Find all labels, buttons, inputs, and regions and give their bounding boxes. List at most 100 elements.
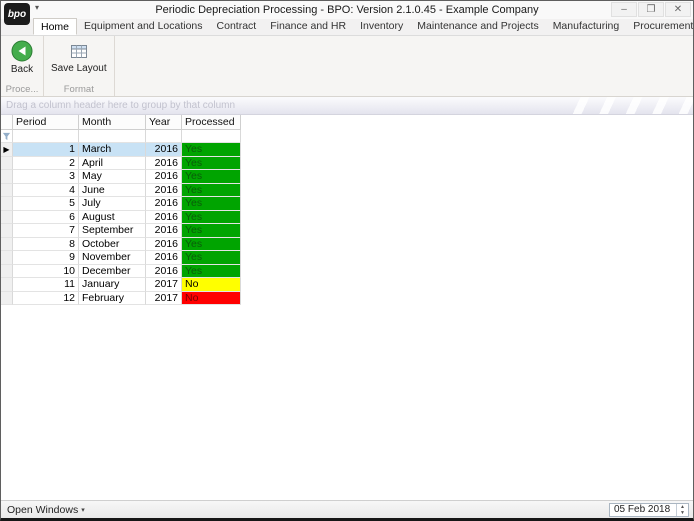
table-row[interactable]: 6 August 2016 Yes	[1, 210, 241, 224]
open-windows-label: Open Windows	[7, 503, 79, 516]
column-header-year[interactable]: Year	[146, 115, 182, 130]
data-grid: Period Month Year Processed ▶ 1 March 20…	[1, 115, 241, 305]
cell-month: January	[79, 278, 146, 292]
cell-processed: Yes	[182, 170, 241, 184]
tab-procurement[interactable]: Procurement	[626, 18, 693, 35]
ribbon-group-caption-process: Proce...	[5, 84, 39, 95]
cell-processed: Yes	[182, 264, 241, 278]
cell-year: 2016	[146, 224, 182, 238]
maximize-button[interactable]: ❐	[638, 2, 664, 17]
cell-period: 2	[13, 156, 79, 170]
filter-row-indicator	[1, 130, 13, 143]
cell-period: 10	[13, 264, 79, 278]
table-row[interactable]: 2 April 2016 Yes	[1, 156, 241, 170]
row-selector: ▶	[3, 145, 10, 154]
tab-inventory[interactable]: Inventory	[353, 18, 410, 35]
filter-cell-period[interactable]	[13, 130, 79, 143]
cell-period: 3	[13, 170, 79, 184]
table-row[interactable]: 8 October 2016 Yes	[1, 237, 241, 251]
cell-month: March	[79, 143, 146, 157]
bpo-logo-icon: bpo	[4, 3, 30, 25]
cell-year: 2016	[146, 197, 182, 211]
tab-equipment-and-locations[interactable]: Equipment and Locations	[77, 18, 210, 35]
ribbon: Back Proce... Save Layout Format	[1, 36, 693, 97]
cell-processed: Yes	[182, 224, 241, 238]
table-row[interactable]: ▶ 1 March 2016 Yes	[1, 143, 241, 157]
grid-rows: ▶ 1 March 2016 Yes 2 April 2016 Yes 3 Ma…	[1, 143, 241, 305]
save-layout-grid-icon	[69, 42, 89, 62]
table-row[interactable]: 4 June 2016 Yes	[1, 183, 241, 197]
quick-access-caret-icon[interactable]: ▾	[35, 3, 39, 12]
grid-header-selector	[1, 115, 13, 130]
cell-month: June	[79, 183, 146, 197]
cell-processed: Yes	[182, 183, 241, 197]
cell-period: 9	[13, 251, 79, 265]
tab-home[interactable]: Home	[33, 18, 78, 35]
filter-cell-year[interactable]	[146, 130, 182, 143]
column-header-processed[interactable]: Processed	[182, 115, 241, 130]
cell-month: April	[79, 156, 146, 170]
cell-period: 1	[13, 143, 79, 157]
cell-period: 7	[13, 224, 79, 238]
cell-year: 2017	[146, 291, 182, 305]
cell-year: 2016	[146, 264, 182, 278]
ribbon-group-format: Save Layout Format	[44, 36, 115, 96]
column-header-period[interactable]: Period	[13, 115, 79, 130]
title-bar: bpo ▾ Periodic Depreciation Processing -…	[1, 1, 693, 25]
cell-processed: Yes	[182, 143, 241, 157]
table-row[interactable]: 11 January 2017 No	[1, 278, 241, 292]
cell-year: 2016	[146, 210, 182, 224]
cell-processed: Yes	[182, 197, 241, 211]
cell-period: 11	[13, 278, 79, 292]
table-row[interactable]: 5 July 2016 Yes	[1, 197, 241, 211]
table-row[interactable]: 9 November 2016 Yes	[1, 251, 241, 265]
open-windows-dropdown[interactable]: Open Windows ▾	[1, 504, 85, 516]
close-button[interactable]: ✕	[665, 2, 691, 17]
tab-finance-and-hr[interactable]: Finance and HR	[263, 18, 353, 35]
cell-period: 6	[13, 210, 79, 224]
save-layout-button[interactable]: Save Layout	[47, 37, 111, 76]
filter-cell-processed[interactable]	[182, 130, 241, 143]
cell-month: December	[79, 264, 146, 278]
table-row[interactable]: 12 February 2017 No	[1, 291, 241, 305]
cell-month: November	[79, 251, 146, 265]
table-row[interactable]: 10 December 2016 Yes	[1, 264, 241, 278]
cell-month: August	[79, 210, 146, 224]
tab-maintenance-and-projects[interactable]: Maintenance and Projects	[410, 18, 545, 35]
cell-year: 2016	[146, 237, 182, 251]
group-by-bar[interactable]: Drag a column header here to group by th…	[1, 97, 693, 115]
filter-icon	[1, 132, 12, 142]
spinner-down-icon[interactable]: ▼	[677, 510, 688, 516]
cell-year: 2016	[146, 183, 182, 197]
cell-processed: Yes	[182, 251, 241, 265]
back-button[interactable]: Back	[4, 37, 40, 77]
cell-processed: Yes	[182, 156, 241, 170]
cell-month: July	[79, 197, 146, 211]
tab-manufacturing[interactable]: Manufacturing	[546, 18, 627, 35]
cell-year: 2017	[146, 278, 182, 292]
date-picker[interactable]: 05 Feb 2018 ▲ ▼	[609, 502, 689, 517]
table-row[interactable]: 7 September 2016 Yes	[1, 224, 241, 238]
cell-year: 2016	[146, 251, 182, 265]
cell-processed: No	[182, 278, 241, 292]
cell-processed: No	[182, 291, 241, 305]
cell-year: 2016	[146, 170, 182, 184]
ribbon-group-process: Back Proce...	[1, 36, 44, 96]
tab-contract[interactable]: Contract	[210, 18, 264, 35]
minimize-button[interactable]: –	[611, 2, 637, 17]
grid-filter-row	[1, 130, 241, 143]
cell-month: February	[79, 291, 146, 305]
cell-year: 2016	[146, 156, 182, 170]
column-header-month[interactable]: Month	[79, 115, 146, 130]
grid-header-row: Period Month Year Processed	[1, 115, 241, 130]
date-spinner[interactable]: ▲ ▼	[676, 503, 688, 516]
date-value: 05 Feb 2018	[614, 504, 671, 515]
back-button-label: Back	[10, 64, 34, 75]
filter-cell-month[interactable]	[79, 130, 146, 143]
cell-period: 5	[13, 197, 79, 211]
table-row[interactable]: 3 May 2016 Yes	[1, 170, 241, 184]
cell-processed: Yes	[182, 210, 241, 224]
cell-year: 2016	[146, 143, 182, 157]
cell-month: October	[79, 237, 146, 251]
status-bar: Open Windows ▾ 05 Feb 2018 ▲ ▼	[1, 500, 693, 518]
